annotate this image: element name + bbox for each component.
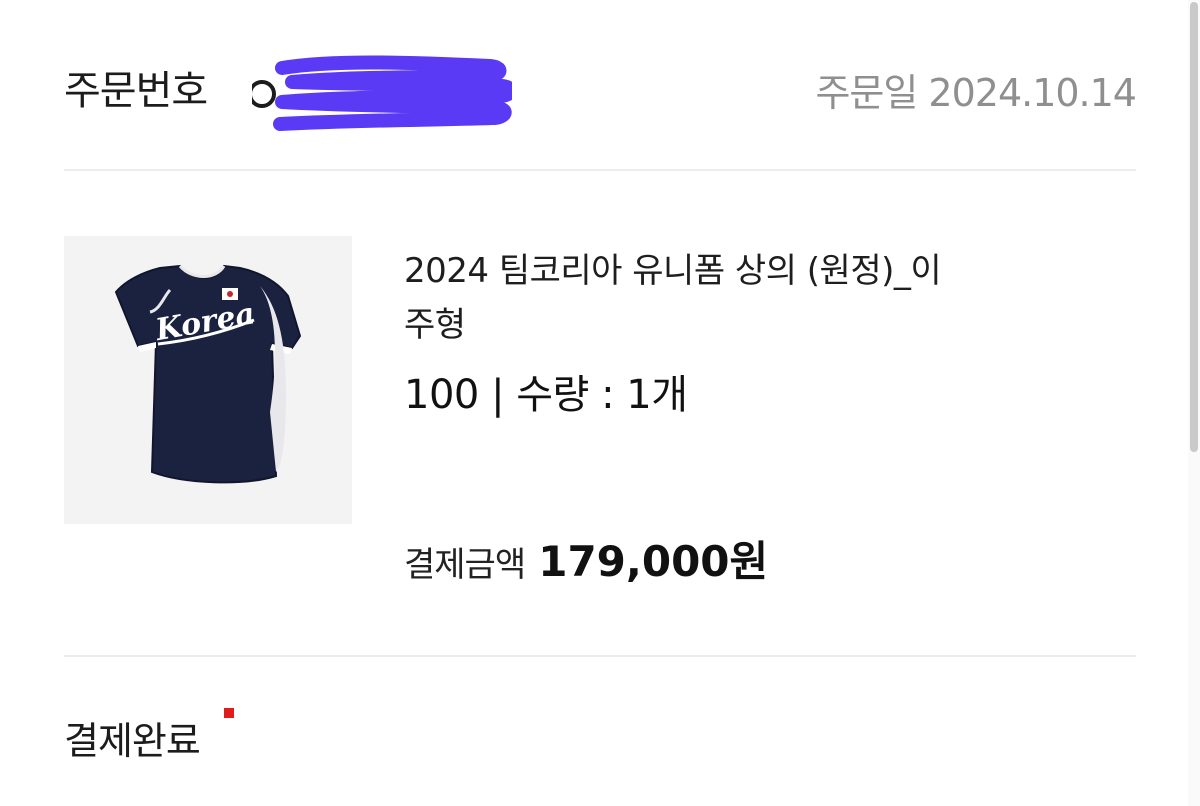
- scrollbar[interactable]: [1188, 0, 1200, 806]
- scrollbar-thumb[interactable]: [1190, 2, 1198, 452]
- payment-summary: 결제금액 179,000원: [404, 528, 768, 589]
- order-header: 주문번호 주문일 2024.10.14: [64, 50, 1137, 131]
- order-detail-page: 주문번호 주문일 2024.10.14 Korea 2024 팀코리아 유니폼 …: [0, 0, 1200, 806]
- jersey-icon: Korea: [114, 264, 302, 484]
- order-number-label: 주문번호: [64, 68, 208, 114]
- divider-top: [64, 169, 1136, 171]
- payment-amount: 179,000원: [538, 537, 769, 586]
- payment-status: 결제완료: [64, 719, 201, 763]
- product-info: 2024 팀코리아 유니폼 상의 (원정)_이주형 100 | 수량 : 1개: [404, 244, 1004, 420]
- status-indicator-icon: [224, 708, 234, 718]
- payment-label: 결제금액: [404, 545, 526, 585]
- divider-bottom: [64, 655, 1136, 657]
- product-image[interactable]: Korea: [64, 236, 352, 524]
- product-option: 100 | 수량 : 1개: [404, 372, 688, 418]
- redaction-scribble: [252, 55, 512, 131]
- product-name[interactable]: 2024 팀코리아 유니폼 상의 (원정)_이주형: [404, 244, 964, 352]
- order-date: 주문일 2024.10.14: [815, 71, 1137, 115]
